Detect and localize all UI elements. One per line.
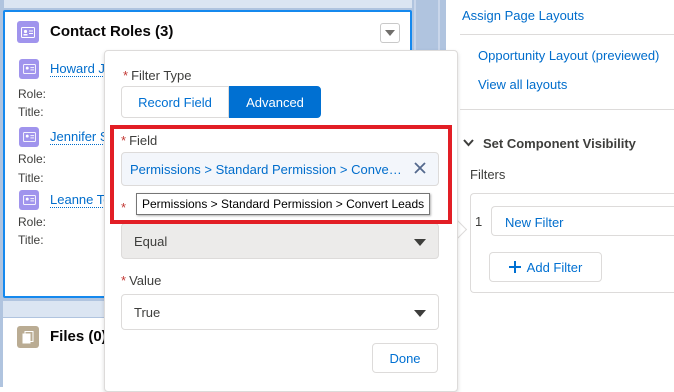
filter-index: 1 (475, 214, 483, 229)
new-filter-label: New Filter (505, 215, 564, 230)
files-icon (17, 326, 39, 348)
chevron-down-icon (385, 30, 395, 36)
chevron-down-icon[interactable] (463, 139, 474, 147)
contact-icon (19, 190, 39, 210)
filter-type-label: * Filter Type (123, 68, 192, 83)
title-label: Title: (18, 233, 44, 247)
assign-page-layouts-link[interactable]: Assign Page Layouts (462, 8, 584, 23)
title-label: Title: (18, 105, 44, 119)
layout-link[interactable]: Opportunity Layout (previewed) (478, 48, 659, 63)
operator-select-value: Equal (134, 234, 168, 249)
required-marker: * (123, 68, 129, 83)
title-label: Title: (18, 171, 44, 185)
card-menu-button[interactable] (380, 23, 400, 43)
files-title: Files (0) (50, 328, 107, 345)
role-label: Role: (18, 215, 47, 229)
contact-roles-title: Contact Roles (3) (50, 23, 174, 40)
value-select[interactable]: True (121, 294, 439, 330)
value-select-value: True (134, 305, 161, 320)
chevron-down-icon (414, 239, 426, 246)
filter-type-label-text: Filter Type (131, 68, 192, 83)
plus-icon (508, 261, 521, 273)
add-filter-button[interactable]: Add Filter (489, 252, 602, 282)
view-all-layouts-link[interactable]: View all layouts (478, 77, 567, 92)
divider (460, 34, 674, 35)
highlight-annotation-box (110, 125, 452, 224)
section-title: Set Component Visibility (483, 136, 636, 151)
contact-roles-icon (17, 21, 39, 43)
chevron-down-icon (414, 310, 426, 317)
contact-icon (19, 127, 39, 147)
divider (460, 109, 674, 110)
required-marker: * (121, 273, 127, 288)
value-label: * Value (121, 273, 161, 288)
add-filter-label: Add Filter (526, 259, 583, 275)
role-label: Role: (18, 152, 47, 166)
contact-name-link[interactable]: Howard J (50, 61, 105, 77)
operator-select[interactable]: Equal (121, 223, 439, 259)
value-label-text: Value (129, 273, 162, 288)
new-filter-item[interactable]: New Filter (491, 206, 674, 236)
role-label: Role: (18, 87, 47, 101)
contact-name-link[interactable]: Jennifer S (50, 129, 109, 145)
done-button[interactable]: Done (372, 343, 438, 373)
filters-label: Filters (470, 167, 506, 182)
contact-name-link[interactable]: Leanne To (50, 192, 111, 208)
filter-type-record-field-button[interactable]: Record Field (121, 86, 229, 118)
card-topbar (4, 0, 412, 8)
contact-icon (19, 59, 39, 79)
filter-type-advanced-button[interactable]: Advanced (229, 86, 321, 118)
